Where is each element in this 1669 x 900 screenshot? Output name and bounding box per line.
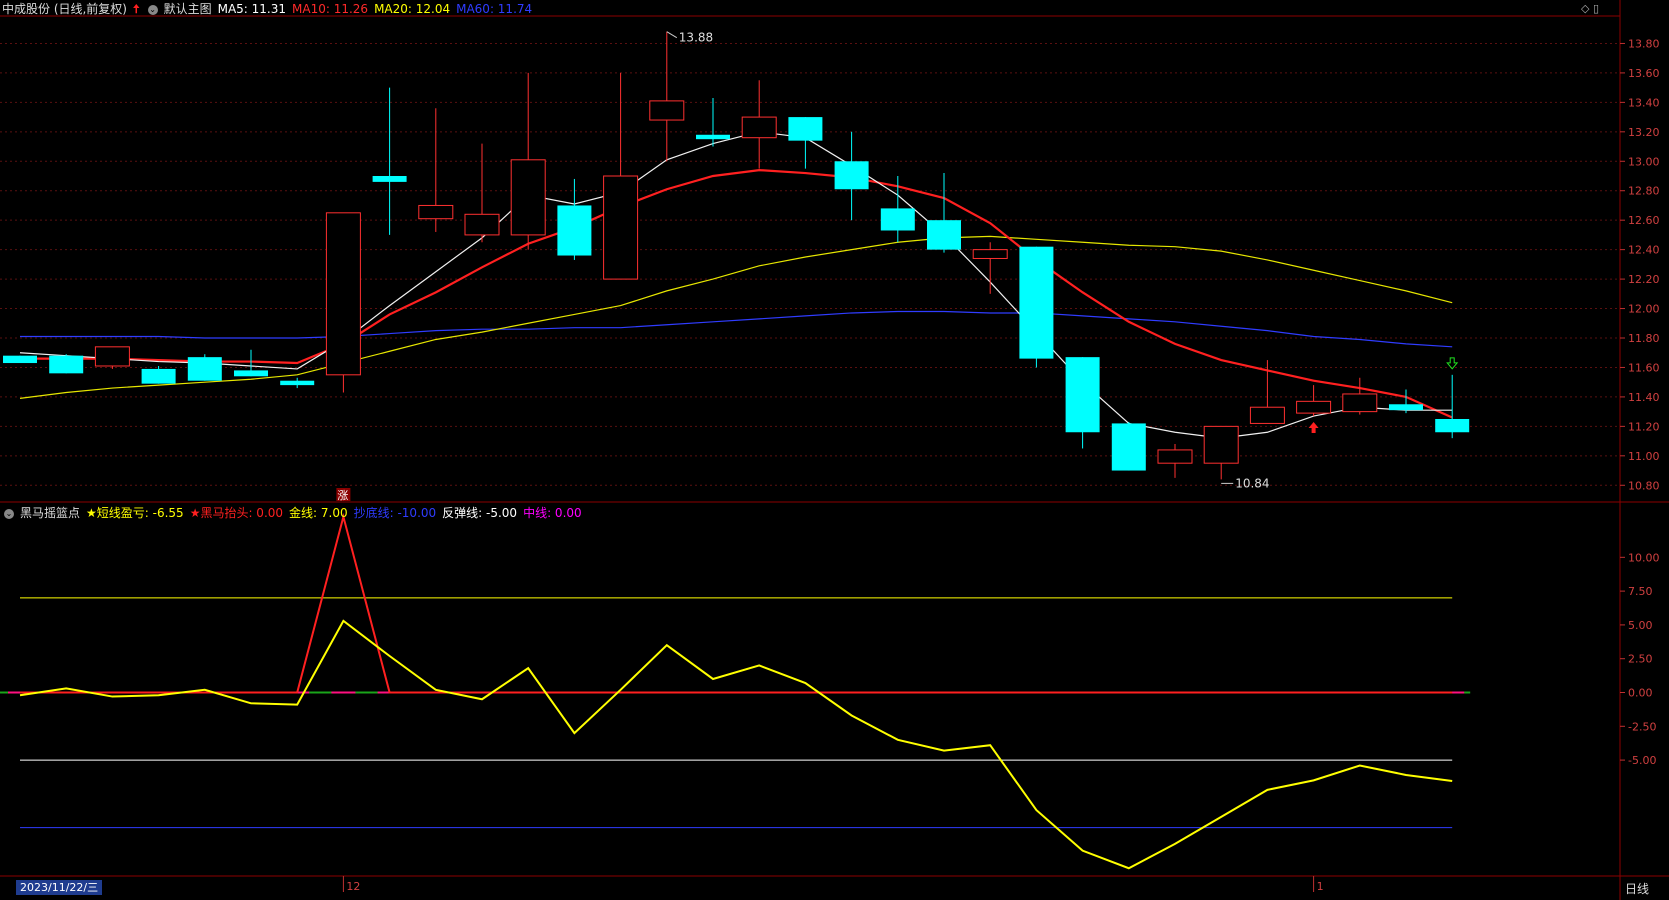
candle-body [418, 204, 454, 220]
indicator-legend-item-1: ★黑马抬头: 0.00 [189, 506, 284, 520]
red-up-arrow-icon: 🠅 [133, 2, 140, 16]
indicator-legend-item-0: ★短线盈亏: -6.55 [86, 506, 184, 520]
stock-title[interactable]: 中成股份 (日线,前复权) [2, 2, 127, 16]
price-tick-label: 13.20 [1628, 126, 1660, 139]
candle-body [234, 370, 268, 377]
price-tick-label: 13.00 [1628, 155, 1660, 168]
price-tick-label: 13.40 [1628, 96, 1660, 109]
indicator-tick-label: -5.00 [1628, 754, 1656, 767]
price-tick-label: 12.80 [1628, 185, 1660, 198]
indicator-tick-label: 10.00 [1628, 551, 1660, 564]
indicator-tick-label: 5.00 [1628, 619, 1653, 632]
candle-body [880, 208, 915, 231]
high-price-label: 13.88 [679, 31, 713, 45]
price-tick-label: 13.80 [1628, 37, 1660, 50]
price-tick-label: 11.00 [1628, 450, 1660, 463]
price-tick-label: 13.60 [1628, 67, 1660, 80]
high-marker-arrow [666, 31, 678, 39]
candle-body [649, 100, 685, 121]
candle-body [696, 134, 730, 140]
candle-body [325, 212, 361, 376]
candle-body [1249, 406, 1285, 424]
candle-body [141, 368, 176, 384]
price-tick-label: 11.40 [1628, 391, 1660, 404]
indicator-tick-label: 7.50 [1628, 585, 1653, 598]
price-tick-label: 10.80 [1628, 479, 1660, 492]
indicator-legend-item-4: 反弹线: -5.00 [442, 506, 518, 520]
candle-body [1435, 419, 1470, 433]
candle-body [464, 213, 500, 236]
indicator-legend-item-2: 金线: 7.00 [289, 506, 348, 520]
indicator-title[interactable]: 黑马摇篮点 [20, 506, 80, 520]
low-price-label: 10.84 [1235, 476, 1269, 490]
buy-signal-arrow-icon [1308, 422, 1319, 434]
candle-body [741, 116, 777, 139]
ma-legend-item-2: MA20: 12.04 [374, 2, 451, 16]
short-term-pl-line [19, 619, 1453, 870]
ma-legend: MA5: 11.31 MA10: 11.26 MA20: 12.04 MA60: 11… [218, 2, 539, 16]
candle-body [927, 220, 961, 250]
ma-legend-item-1: MA10: 11.26 [292, 2, 369, 16]
candle-body [972, 249, 1008, 259]
candle-body [94, 346, 130, 367]
candle-body [187, 357, 222, 381]
heima-taitou-line [20, 512, 1453, 694]
indicator-legend-item-3: 抄底线: -10.00 [353, 506, 437, 520]
rise-marker-label: 涨 [337, 489, 348, 502]
candle-body [1389, 404, 1423, 411]
expand-icon[interactable]: ▯ [1593, 2, 1599, 15]
candle-body [1157, 449, 1193, 464]
candle-body [280, 380, 315, 386]
candle-body [510, 159, 546, 236]
price-tick-label: 12.00 [1628, 303, 1660, 316]
period-button[interactable]: 日线 [1625, 880, 1649, 897]
candle-body [1296, 400, 1332, 414]
ma60-line [20, 310, 1453, 348]
candle-body [603, 175, 639, 280]
candle-body [49, 355, 84, 374]
price-tick-label: 12.40 [1628, 244, 1660, 257]
candle-body [1065, 357, 1100, 433]
indicator-tick-label: 2.50 [1628, 653, 1653, 666]
diamond-icon[interactable]: ◇ [1581, 2, 1589, 15]
time-tick-label: 12 [346, 880, 360, 893]
chart-canvas[interactable]: 10.80 11.00 11.20 11.40 11.60 11.80 12.00 12.20… [0, 0, 1669, 900]
time-tick-label: 1 [1317, 880, 1324, 893]
ma-legend-item-0: MA5: 11.31 [217, 2, 287, 16]
price-tick-label: 12.20 [1628, 273, 1660, 286]
candle-body [1203, 425, 1239, 464]
candle-body [1111, 423, 1146, 471]
price-tick-label: 11.60 [1628, 361, 1660, 374]
indicator-legend: ★短线盈亏: -6.55 ★黑马抬头: 0.00 金线: 7.00 抄底线: -10.… [86, 506, 588, 520]
chevron-down-icon[interactable]: ⌄ [4, 508, 14, 519]
indicator-tick-label: -2.50 [1628, 720, 1656, 733]
candle-body [557, 205, 592, 256]
indicator-tick-label: 0.00 [1628, 687, 1653, 700]
chevron-down-icon[interactable]: ⌄ [147, 4, 158, 15]
indicator-legend-item-5: 中线: 0.00 [523, 506, 582, 520]
candle-body [3, 355, 37, 364]
candle-body [372, 176, 407, 182]
date-cursor-label: 2023/11/22/三 [16, 880, 103, 895]
window-controls[interactable]: ◇ ▯ [1581, 2, 1599, 15]
template-name[interactable]: 默认主图 [164, 2, 212, 16]
price-tick-label: 12.60 [1628, 214, 1660, 227]
price-tick-label: 11.20 [1628, 420, 1660, 433]
lower-header: ⌄ 黑马摇篮点 ★短线盈亏: -6.55 ★黑马抬头: 0.00 金线: 7.00 抄底线… [2, 505, 594, 521]
candle-body [1019, 246, 1054, 359]
ma-legend-item-3: MA60: 11.74 [456, 2, 533, 16]
upper-header: 中成股份 (日线,前复权) 🠅 ⌄ 默认主图 MA5: 11.31 MA10: 11.26… [2, 1, 544, 17]
candle-body [788, 117, 823, 141]
ma5-line [19, 131, 1453, 439]
candle-body [834, 161, 869, 190]
price-tick-label: 11.80 [1628, 332, 1660, 345]
candle-body [1342, 393, 1378, 413]
